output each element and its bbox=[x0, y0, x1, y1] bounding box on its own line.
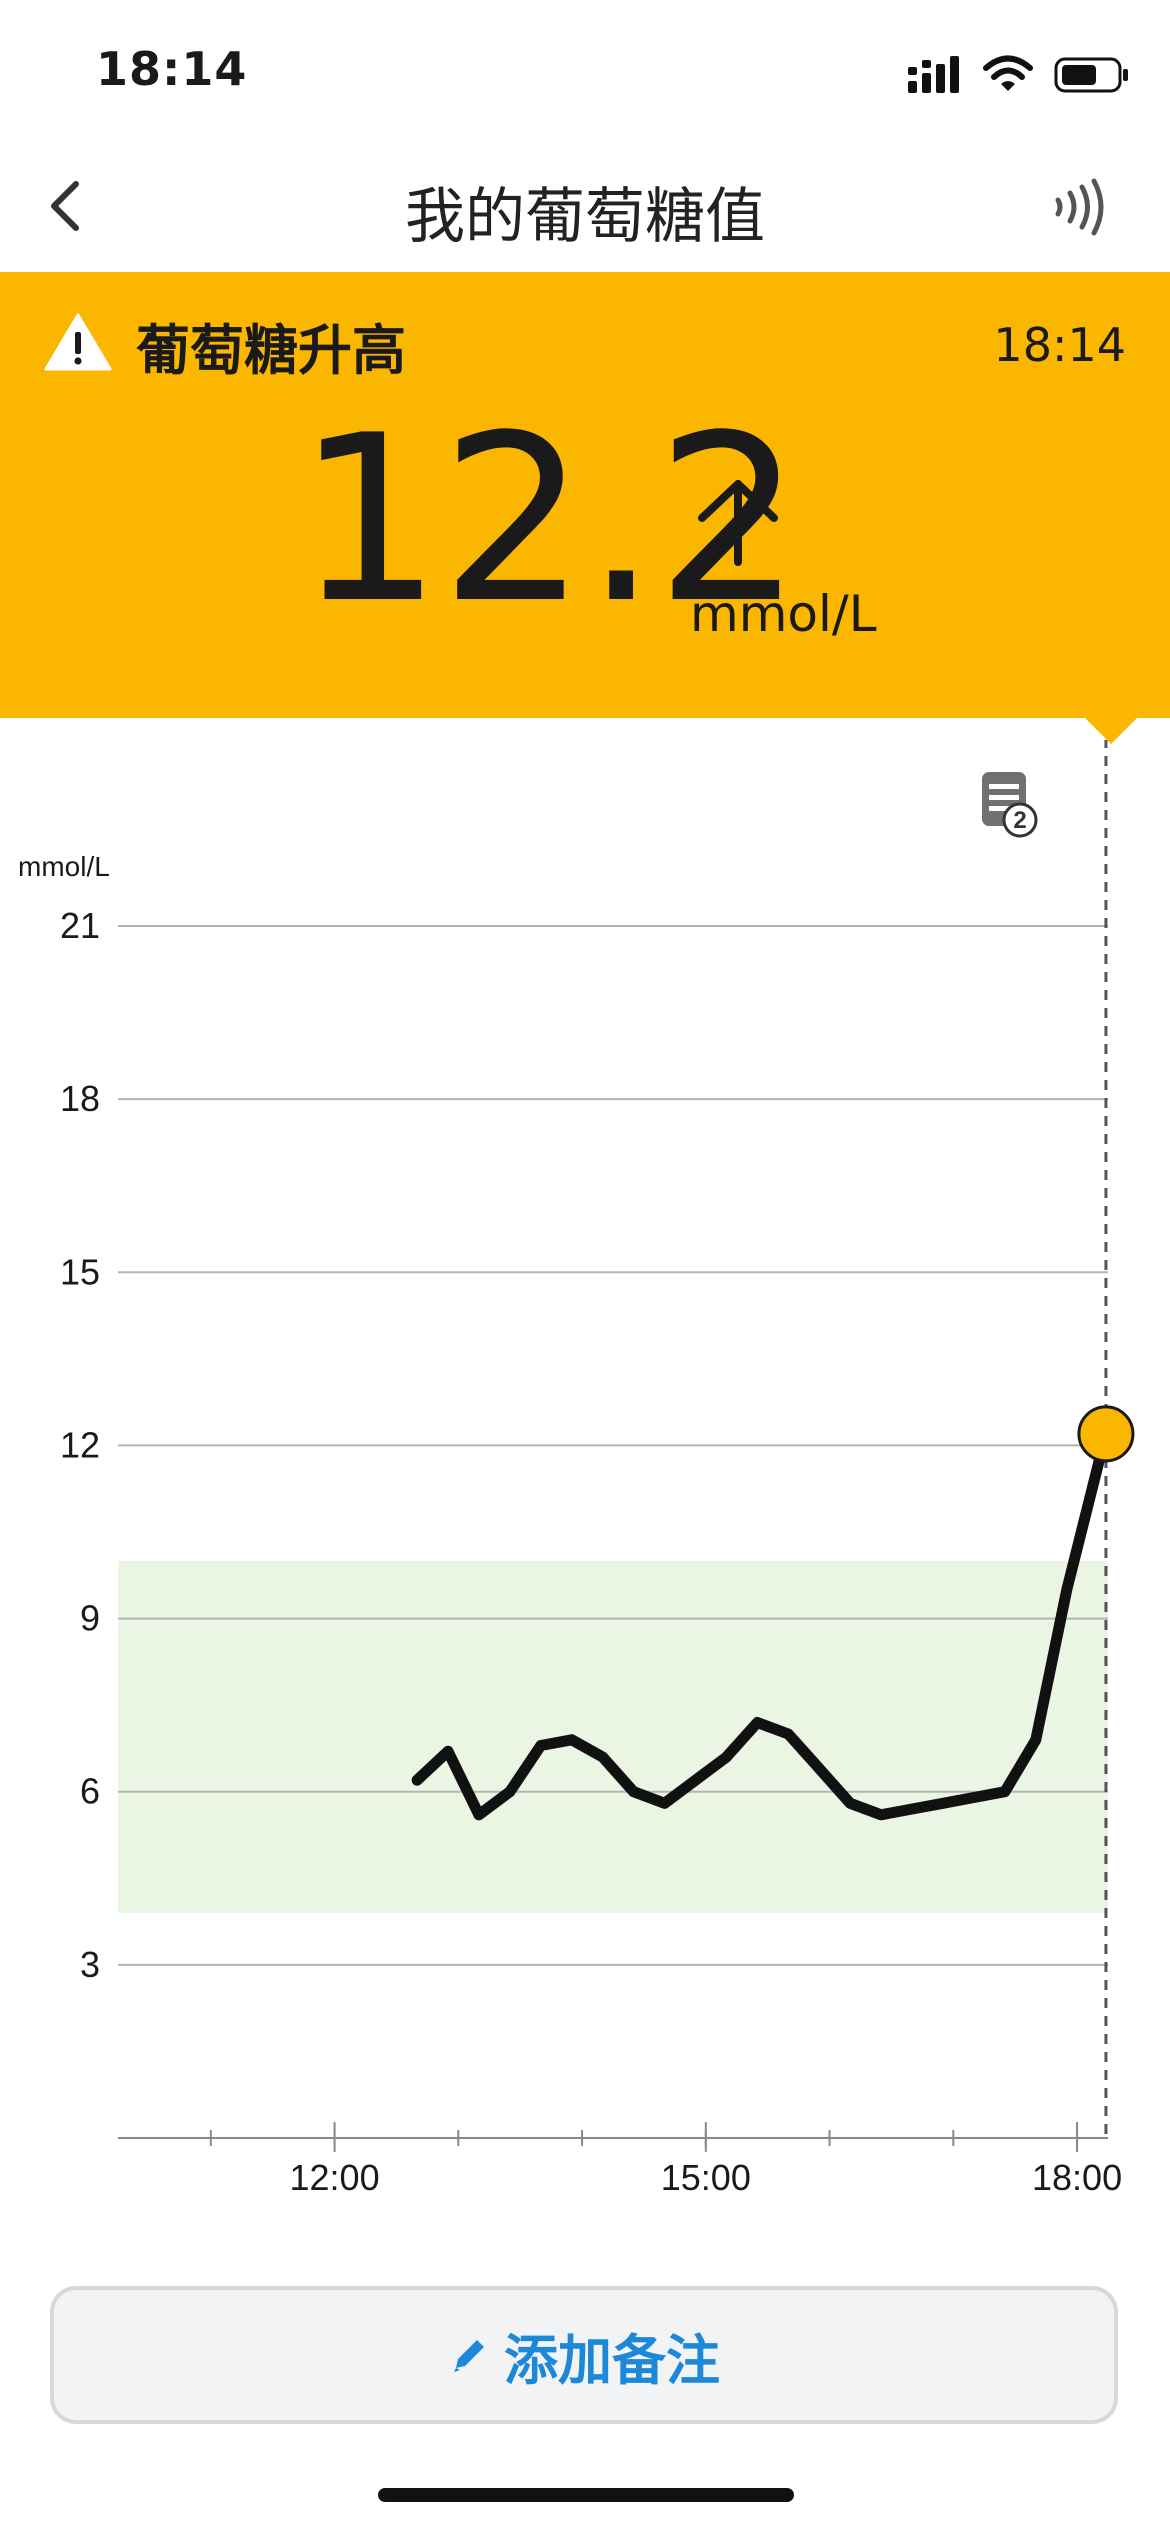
cellular-signal-icon bbox=[908, 56, 959, 93]
pencil-icon bbox=[454, 2340, 484, 2372]
battery-icon bbox=[1054, 57, 1128, 93]
scan-sensor-button[interactable] bbox=[1048, 176, 1110, 238]
y-tick-label: 3 bbox=[80, 1944, 100, 1985]
x-tick-label: 12:00 bbox=[290, 2157, 380, 2198]
wifi-icon bbox=[983, 55, 1033, 91]
y-axis-unit: mmol/L bbox=[18, 851, 110, 882]
home-indicator bbox=[378, 2488, 794, 2502]
y-tick-label: 15 bbox=[60, 1251, 100, 1292]
add-note-label: 添加备注 bbox=[504, 2328, 720, 2392]
x-tick-label: 18:00 bbox=[1032, 2157, 1122, 2198]
page-title: 我的葡萄糖值 bbox=[405, 182, 765, 252]
y-tick-label: 18 bbox=[60, 1078, 100, 1119]
status-bar-icons bbox=[906, 50, 1130, 100]
notes-icon: 2 bbox=[982, 772, 1038, 838]
y-tick-label: 9 bbox=[80, 1598, 100, 1639]
alert-title: 葡萄糖升高 bbox=[136, 319, 406, 382]
target-range-band bbox=[118, 1560, 1108, 1913]
notes-count-badge: 2 bbox=[1013, 807, 1026, 834]
glucose-unit: mmol/L bbox=[690, 585, 877, 643]
x-tick-label: 15:00 bbox=[661, 2157, 751, 2198]
y-tick-label: 6 bbox=[80, 1771, 100, 1812]
warning-icon bbox=[44, 312, 112, 372]
glucose-chart: 21 18 15 12 9 6 3 12:00 15:00 18:00 mmol/L bbox=[18, 740, 1135, 2198]
alert-time: 18:14 bbox=[993, 318, 1126, 372]
current-reading-marker[interactable] bbox=[1077, 1405, 1135, 1463]
status-bar-time: 18:14 bbox=[96, 42, 248, 96]
trend-arrow-up-icon bbox=[690, 476, 786, 566]
add-note-button[interactable]: 添加备注 bbox=[50, 2286, 1118, 2424]
y-tick-label: 12 bbox=[60, 1424, 100, 1465]
nfc-scan-icon bbox=[1055, 178, 1104, 236]
y-tick-label: 21 bbox=[60, 905, 100, 946]
notes-button[interactable]: 2 bbox=[980, 770, 1040, 840]
